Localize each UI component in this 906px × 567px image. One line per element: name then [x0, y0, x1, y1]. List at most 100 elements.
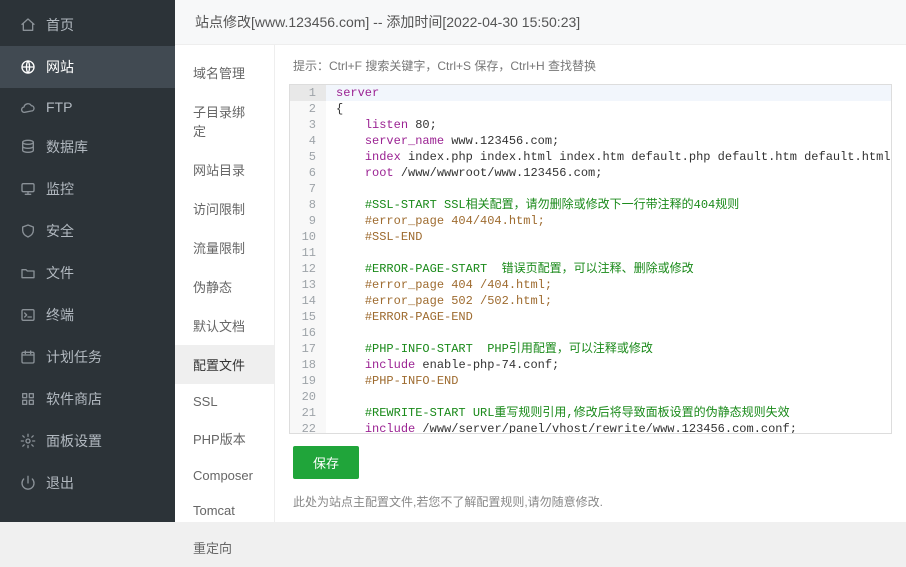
editor-line[interactable]: 1server	[290, 85, 891, 101]
line-number: 15	[290, 309, 326, 325]
sidebar-item-label: 计划任务	[46, 347, 102, 367]
line-code[interactable]: include enable-php-74.conf;	[326, 357, 891, 373]
line-number: 9	[290, 213, 326, 229]
sidebar-item-label: 监控	[46, 179, 74, 199]
sidebar-item-site[interactable]: 网站	[0, 46, 175, 88]
line-code[interactable]: include /www/server/panel/vhost/rewrite/…	[326, 421, 891, 433]
line-code[interactable]: #error_page 404/404.html;	[326, 213, 891, 229]
line-code[interactable]: server_name www.123456.com;	[326, 133, 891, 149]
editor-line[interactable]: 5 index index.php index.html index.htm d…	[290, 149, 891, 165]
sidebar-item-home[interactable]: 首页	[0, 4, 175, 46]
line-number: 10	[290, 229, 326, 245]
shield-icon	[20, 223, 36, 239]
editor-line[interactable]: 10 #SSL-END	[290, 229, 891, 245]
sidebar-item-store[interactable]: 软件商店	[0, 378, 175, 420]
line-number: 17	[290, 341, 326, 357]
line-code[interactable]: #error_page 502 /502.html;	[326, 293, 891, 309]
line-code[interactable]: #PHP-INFO-START PHP引用配置，可以注释或修改	[326, 341, 891, 357]
line-number: 16	[290, 325, 326, 341]
tab-sitedir[interactable]: 网站目录	[175, 150, 274, 189]
tab-config[interactable]: 配置文件	[175, 345, 274, 384]
sidebar-item-term[interactable]: 终端	[0, 294, 175, 336]
editor-footer: 保存 此处为站点主配置文件,若您不了解配置规则,请勿随意修改.	[275, 434, 906, 522]
line-code[interactable]: server	[326, 85, 891, 101]
editor-line[interactable]: 11	[290, 245, 891, 261]
line-code[interactable]: #SSL-END	[326, 229, 891, 245]
sidebar-item-safe[interactable]: 安全	[0, 210, 175, 252]
line-code[interactable]: #REWRITE-START URL重写规则引用,修改后将导致面板设置的伪静态规…	[326, 405, 891, 421]
editor-line[interactable]: 21 #REWRITE-START URL重写规则引用,修改后将导致面板设置的伪…	[290, 405, 891, 421]
sidebar-item-label: FTP	[46, 99, 72, 115]
editor-line[interactable]: 8 #SSL-START SSL相关配置，请勿删除或修改下一行带注释的404规则	[290, 197, 891, 213]
editor-line[interactable]: 19 #PHP-INFO-END	[290, 373, 891, 389]
editor-line[interactable]: 3 listen 80;	[290, 117, 891, 133]
sidebar-item-panel[interactable]: 面板设置	[0, 420, 175, 462]
line-code[interactable]: #PHP-INFO-END	[326, 373, 891, 389]
editor-hint: 提示：Ctrl+F 搜索关键字，Ctrl+S 保存，Ctrl+H 查找替换	[275, 45, 906, 84]
schedule-icon	[20, 349, 36, 365]
tab-composer[interactable]: Composer	[175, 458, 274, 493]
editor-line[interactable]: 18 include enable-php-74.conf;	[290, 357, 891, 373]
editor-line[interactable]: 2{	[290, 101, 891, 117]
sidebar-item-monitor[interactable]: 监控	[0, 168, 175, 210]
tab-php[interactable]: PHP版本	[175, 419, 274, 458]
editor-line[interactable]: 9 #error_page 404/404.html;	[290, 213, 891, 229]
tab-traffic[interactable]: 流量限制	[175, 228, 274, 267]
config-editor[interactable]: 1server2{3 listen 80;4 server_name www.1…	[290, 85, 891, 433]
sidebar-item-label: 软件商店	[46, 389, 102, 409]
tab-domain[interactable]: 域名管理	[175, 53, 274, 92]
tab-defdoc[interactable]: 默认文档	[175, 306, 274, 345]
gear-icon	[20, 433, 36, 449]
editor-line[interactable]: 7	[290, 181, 891, 197]
panel-title: 站点修改[www.123456.com] -- 添加时间[2022-04-30 …	[175, 0, 906, 45]
line-code[interactable]: listen 80;	[326, 117, 891, 133]
line-number: 20	[290, 389, 326, 405]
tab-subdir[interactable]: 子目录绑定	[175, 92, 274, 150]
line-number: 11	[290, 245, 326, 261]
line-code[interactable]: #error_page 404 /404.html;	[326, 277, 891, 293]
sidebar-item-db[interactable]: 数据库	[0, 126, 175, 168]
editor-line[interactable]: 6 root /www/wwwroot/www.123456.com;	[290, 165, 891, 181]
editor-line[interactable]: 12 #ERROR-PAGE-START 错误页配置，可以注释、删除或修改	[290, 261, 891, 277]
line-number: 4	[290, 133, 326, 149]
line-code[interactable]: #SSL-START SSL相关配置，请勿删除或修改下一行带注释的404规则	[326, 197, 891, 213]
line-number: 14	[290, 293, 326, 309]
editor-line[interactable]: 20	[290, 389, 891, 405]
line-number: 21	[290, 405, 326, 421]
tab-ssl[interactable]: SSL	[175, 384, 274, 419]
line-code[interactable]: root /www/wwwroot/www.123456.com;	[326, 165, 891, 181]
editor-line[interactable]: 17 #PHP-INFO-START PHP引用配置，可以注释或修改	[290, 341, 891, 357]
line-code[interactable]: #ERROR-PAGE-END	[326, 309, 891, 325]
editor-wrap: 1server2{3 listen 80;4 server_name www.1…	[289, 84, 892, 434]
sidebar-item-cron[interactable]: 计划任务	[0, 336, 175, 378]
tab-redirect[interactable]: 重定向	[175, 528, 274, 567]
line-number: 7	[290, 181, 326, 197]
line-code[interactable]: index index.php index.html index.htm def…	[326, 149, 891, 165]
line-code[interactable]: {	[326, 101, 891, 117]
save-button[interactable]: 保存	[293, 446, 359, 479]
editor-line[interactable]: 14 #error_page 502 /502.html;	[290, 293, 891, 309]
line-number: 8	[290, 197, 326, 213]
line-number: 13	[290, 277, 326, 293]
line-code[interactable]: #ERROR-PAGE-START 错误页配置，可以注释、删除或修改	[326, 261, 891, 277]
sidebar-item-label: 面板设置	[46, 431, 102, 451]
tab-tomcat[interactable]: Tomcat	[175, 493, 274, 528]
site-tabs: 域名管理子目录绑定网站目录访问限制流量限制伪静态默认文档配置文件SSLPHP版本…	[175, 45, 275, 522]
editor-line[interactable]: 15 #ERROR-PAGE-END	[290, 309, 891, 325]
line-number: 1	[290, 85, 326, 101]
tab-rewrite[interactable]: 伪静态	[175, 267, 274, 306]
sidebar-item-ftp[interactable]: FTP	[0, 88, 175, 126]
tab-access[interactable]: 访问限制	[175, 189, 274, 228]
editor-line[interactable]: 22 include /www/server/panel/vhost/rewri…	[290, 421, 891, 433]
editor-line[interactable]: 13 #error_page 404 /404.html;	[290, 277, 891, 293]
editor-line[interactable]: 16	[290, 325, 891, 341]
line-number: 18	[290, 357, 326, 373]
line-number: 12	[290, 261, 326, 277]
sidebar-item-label: 网站	[46, 57, 74, 77]
line-number: 5	[290, 149, 326, 165]
sidebar-item-files[interactable]: 文件	[0, 252, 175, 294]
app-sidebar: 首页网站 FTP 数据库监控安全文件终端计划任务软件商店面板设置退出	[0, 0, 175, 522]
editor-line[interactable]: 4 server_name www.123456.com;	[290, 133, 891, 149]
sidebar-item-logout[interactable]: 退出	[0, 462, 175, 504]
sidebar-item-label: 首页	[46, 15, 74, 35]
